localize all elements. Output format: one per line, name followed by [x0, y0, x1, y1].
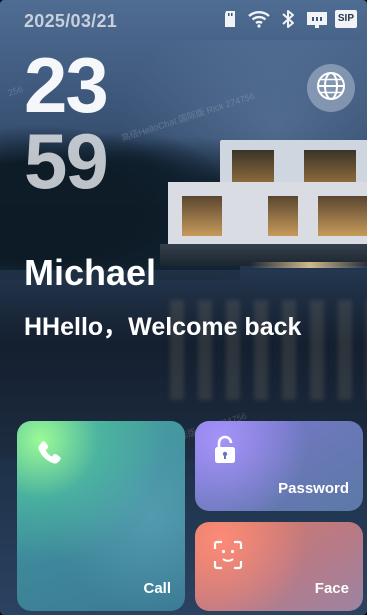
password-button[interactable]: Password — [195, 421, 363, 511]
phone-icon — [35, 439, 63, 471]
bluetooth-icon — [277, 9, 299, 29]
face-label: Face — [314, 580, 349, 597]
clock-hour: 23 — [24, 41, 109, 129]
language-button[interactable] — [307, 64, 355, 112]
lock-icon — [213, 435, 237, 469]
call-button[interactable]: Call — [17, 421, 185, 611]
watermark: 256 — [6, 83, 25, 99]
welcome-message: HHello，Welcome back — [24, 313, 302, 341]
date-label: 2025/03/21 — [24, 11, 118, 31]
wifi-icon — [248, 9, 270, 29]
user-name: Michael — [24, 252, 157, 293]
sip-icon: SIP — [334, 10, 357, 28]
face-button[interactable]: Face — [195, 522, 363, 611]
lock-screen: 256 高级HelloChat 国际版 Rick 274756 高级HelloC… — [0, 0, 367, 615]
clock-minute: 59 — [24, 117, 109, 205]
house-lower-floor — [168, 182, 367, 246]
globe-icon — [316, 71, 346, 106]
clock: 23 59 — [24, 41, 109, 205]
call-label: Call — [143, 580, 171, 597]
status-icons: SIP — [219, 9, 357, 29]
sd-card-icon — [219, 9, 241, 29]
password-label: Password — [278, 480, 349, 497]
ethernet-icon — [306, 9, 328, 29]
face-scan-icon — [213, 540, 243, 574]
